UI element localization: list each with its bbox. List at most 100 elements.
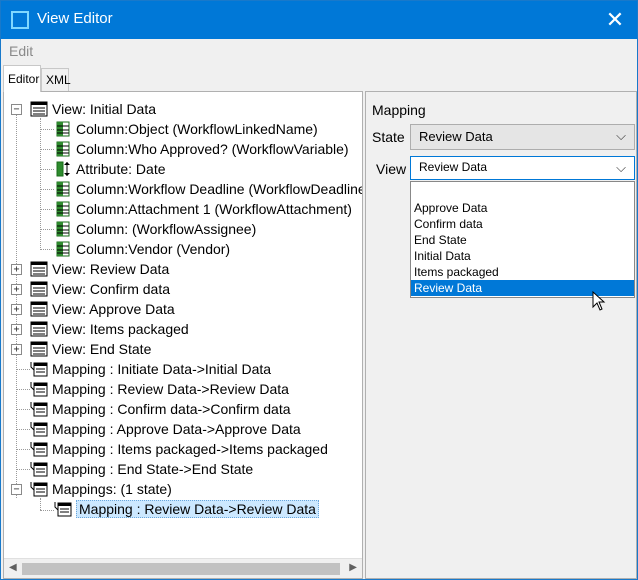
scrollbar-thumb[interactable] bbox=[22, 563, 340, 575]
tree-item-label: Column:Attachment 1 (WorkflowAttachment) bbox=[76, 201, 352, 217]
view-label: View bbox=[376, 161, 407, 177]
close-button[interactable]: ✕ bbox=[593, 1, 637, 39]
tree-line bbox=[16, 469, 30, 470]
column-icon bbox=[54, 241, 72, 257]
tree-item-label: Column: (WorkflowAssignee) bbox=[76, 221, 257, 237]
tree-item-mapping[interactable]: Mapping : Confirm data->Confirm data bbox=[30, 399, 291, 419]
tree-view: − View: Initial Data Column:Object (Work… bbox=[4, 92, 362, 557]
tab-xml[interactable]: XML bbox=[41, 68, 71, 92]
tree-line bbox=[40, 169, 54, 170]
dropdown-option[interactable]: Initial Data bbox=[411, 248, 634, 264]
tab-strip: Editor XML bbox=[1, 65, 637, 92]
tree-item-label: Mapping : Review Data->Review Data bbox=[52, 381, 289, 397]
mapping-icon bbox=[30, 441, 48, 457]
tree-item-column[interactable]: Column:Object (WorkflowLinkedName) bbox=[54, 119, 318, 139]
tree-item-label: View: Items packaged bbox=[52, 321, 189, 337]
scroll-left-icon[interactable]: ◀ bbox=[9, 562, 17, 573]
tree-line bbox=[16, 389, 30, 390]
tree-line bbox=[40, 189, 54, 190]
tree-item-mapping[interactable]: Mapping : Review Data->Review Data bbox=[30, 379, 289, 399]
tree-item-label: Column:Who Approved? (WorkflowVariable) bbox=[76, 141, 349, 157]
tree-item-mapping[interactable]: Mapping : Approve Data->Approve Data bbox=[30, 419, 301, 439]
tree-item-label: Mapping : Initiate Data->Initial Data bbox=[52, 361, 272, 377]
tree-item-label: Attribute: Date bbox=[76, 161, 166, 177]
view-list-icon bbox=[30, 321, 48, 337]
column-icon bbox=[54, 121, 72, 137]
tree-line bbox=[40, 498, 41, 510]
chevron-down-icon: ⌵ bbox=[616, 128, 626, 143]
dropdown-option[interactable]: End State bbox=[411, 232, 634, 248]
tree-item-label: Mapping : Approve Data->Approve Data bbox=[52, 421, 301, 437]
dropdown-option[interactable]: Confirm data bbox=[411, 216, 634, 232]
mapping-heading: Mapping bbox=[372, 102, 426, 118]
tree-item-mapping[interactable]: Mapping : Items packaged->Items packaged bbox=[30, 439, 328, 459]
state-label: State bbox=[372, 129, 405, 145]
tree-item-view-confirm-data[interactable]: View: Confirm data bbox=[30, 279, 170, 299]
tree-item-view-end-state[interactable]: View: End State bbox=[30, 339, 151, 359]
tree-item-column[interactable]: Column:Workflow Deadline (WorkflowDeadli… bbox=[54, 179, 362, 199]
tree-item-column[interactable]: Column:Vendor (Vendor) bbox=[54, 239, 230, 259]
tree-item-column[interactable]: Column:Who Approved? (WorkflowVariable) bbox=[54, 139, 349, 159]
collapse-toggle[interactable]: − bbox=[11, 104, 22, 115]
mapping-icon bbox=[54, 501, 72, 517]
state-combobox[interactable]: Review Data ⌵ bbox=[410, 124, 635, 150]
tree-item-mapping[interactable]: Mapping : Initiate Data->Initial Data bbox=[30, 359, 271, 379]
expand-toggle[interactable]: + bbox=[11, 304, 22, 315]
mapping-icon bbox=[30, 421, 48, 437]
tree-line bbox=[40, 129, 54, 130]
tree-item-label: View: End State bbox=[52, 341, 152, 357]
title-bar[interactable]: View Editor ✕ bbox=[1, 1, 637, 39]
tree-line bbox=[40, 209, 54, 210]
column-icon bbox=[54, 201, 72, 217]
tree-item-mapping-selected[interactable]: Mapping : Review Data->Review Data bbox=[54, 499, 319, 519]
tree-panel[interactable]: − View: Initial Data Column:Object (Work… bbox=[3, 91, 363, 579]
attribute-icon bbox=[54, 161, 72, 177]
tree-item-attribute[interactable]: Attribute: Date bbox=[54, 159, 166, 179]
app-icon bbox=[11, 11, 29, 29]
horizontal-scrollbar[interactable]: ◀ ▶ bbox=[4, 558, 362, 578]
tree-line bbox=[16, 449, 30, 450]
view-dropdown-list[interactable]: Approve Data Confirm data End State Init… bbox=[410, 181, 635, 298]
window-title: View Editor bbox=[37, 10, 113, 27]
tree-item-view-initial-data[interactable]: View: Initial Data bbox=[30, 99, 156, 119]
column-icon bbox=[54, 221, 72, 237]
scroll-right-icon[interactable]: ▶ bbox=[349, 562, 357, 573]
tree-item-label: View: Confirm data bbox=[52, 281, 171, 297]
tree-item-column[interactable]: Column: (WorkflowAssignee) bbox=[54, 219, 256, 239]
menu-edit[interactable]: Edit bbox=[9, 43, 33, 59]
mapping-icon bbox=[30, 481, 48, 497]
tab-editor[interactable]: Editor bbox=[3, 65, 41, 92]
chevron-down-icon: ⌵ bbox=[616, 160, 626, 175]
tree-item-view-approve-data[interactable]: View: Approve Data bbox=[30, 299, 175, 319]
expand-toggle[interactable]: + bbox=[11, 324, 22, 335]
tree-item-mapping[interactable]: Mapping : End State->End State bbox=[30, 459, 253, 479]
expand-toggle[interactable]: + bbox=[11, 284, 22, 295]
tree-item-label: Mapping : End State->End State bbox=[52, 461, 254, 477]
dropdown-option[interactable]: Items packaged bbox=[411, 264, 634, 280]
tree-item-mappings-group[interactable]: Mappings: (1 state) bbox=[30, 479, 172, 499]
view-list-icon bbox=[30, 101, 48, 117]
tree-item-label: View: Approve Data bbox=[52, 301, 175, 317]
view-combobox[interactable]: Review Data ⌵ bbox=[410, 156, 635, 180]
tree-item-label: Mapping : Review Data->Review Data bbox=[76, 500, 319, 518]
tree-item-label: Mapping : Items packaged->Items packaged bbox=[52, 441, 328, 457]
mapping-icon bbox=[30, 461, 48, 477]
tree-item-view-items-packaged[interactable]: View: Items packaged bbox=[30, 319, 189, 339]
view-list-icon bbox=[30, 301, 48, 317]
tree-item-label: Column:Object (WorkflowLinkedName) bbox=[76, 121, 318, 137]
expand-toggle[interactable]: + bbox=[11, 264, 22, 275]
tree-item-column[interactable]: Column:Attachment 1 (WorkflowAttachment) bbox=[54, 199, 352, 219]
tree-item-view-review-data[interactable]: View: Review Data bbox=[30, 259, 169, 279]
mapping-icon bbox=[30, 381, 48, 397]
view-editor-window: View Editor ✕ Edit Editor XML − View: In… bbox=[0, 0, 638, 580]
expand-toggle[interactable]: + bbox=[11, 344, 22, 355]
tree-item-label: View: Initial Data bbox=[52, 101, 157, 117]
column-icon bbox=[54, 141, 72, 157]
tree-line bbox=[40, 249, 54, 250]
dropdown-option[interactable]: Approve Data bbox=[411, 200, 634, 216]
tree-line bbox=[16, 429, 30, 430]
view-list-icon bbox=[30, 281, 48, 297]
tree-item-label: View: Review Data bbox=[52, 261, 170, 277]
collapse-toggle[interactable]: − bbox=[11, 484, 22, 495]
menu-bar: Edit bbox=[1, 39, 637, 63]
